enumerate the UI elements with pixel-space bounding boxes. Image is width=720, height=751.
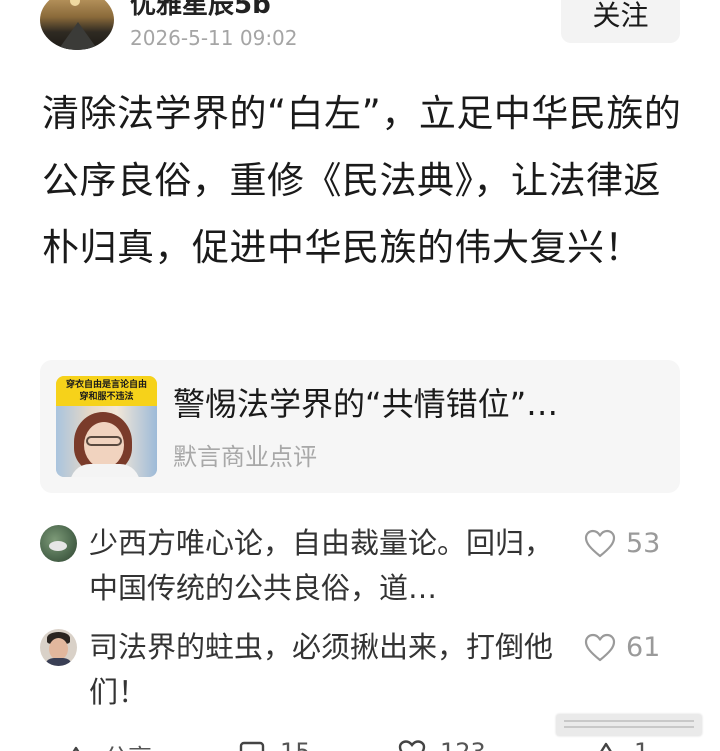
follow-button[interactable]: 关注 — [561, 0, 680, 43]
author-avatar[interactable] — [40, 0, 114, 50]
comment-count: 15 — [280, 738, 311, 751]
share-button[interactable]: 分享 — [62, 738, 152, 751]
like-icon — [398, 740, 426, 751]
post-content: 清除法学界的“白左”，立足中华民族的公序良俗，重修《民法典》，让法律返朴归真，促… — [42, 92, 682, 269]
thumbnail-caption-line-1: 穿衣自由是言论自由 — [65, 380, 147, 390]
comment-like-button[interactable]: 61 — [584, 631, 660, 665]
share-icon — [72, 746, 80, 751]
avatar-road — [58, 22, 98, 50]
reward-button[interactable]: 1 — [592, 738, 649, 751]
like-count: 123 — [440, 738, 486, 751]
watermark — [556, 714, 702, 736]
commenter-avatar[interactable] — [40, 525, 77, 562]
comment-like-button[interactable]: 53 — [584, 527, 660, 561]
comment-like-count: 61 — [626, 632, 661, 663]
share-label: 分享 — [104, 738, 152, 751]
reward-icon — [600, 742, 612, 751]
comment-like-count: 53 — [626, 528, 661, 559]
avatar-sun — [70, 0, 80, 6]
comment-button[interactable]: 15 — [238, 738, 311, 751]
comment-text: 少西方唯心论，自由裁量论。回归，中国传统的公共良俗，道… — [89, 526, 554, 605]
thumbnail-caption-line-2: 穿和服不违法 — [79, 392, 134, 402]
heart-icon — [584, 633, 616, 662]
article-source: 默言商业点评 — [173, 443, 317, 471]
article-title[interactable]: 警惕法学界的“共情错位”… — [173, 384, 663, 424]
bottom-action-bar: 分享 15 123 1 — [0, 736, 720, 751]
heart-icon — [584, 529, 616, 558]
post-timestamp: 2026-5-11 09:02 — [130, 26, 298, 50]
like-button[interactable]: 123 — [398, 738, 486, 751]
comment-icon — [239, 741, 265, 751]
author-name[interactable]: 优雅星辰5b — [130, 0, 271, 21]
comment-text: 司法界的蛀虫，必须揪出来，打倒他们！ — [89, 630, 554, 709]
article-thumbnail: 穿衣自由是言论自由 穿和服不违法 — [56, 376, 157, 477]
reward-count: 1 — [634, 738, 649, 751]
linked-article-card[interactable]: 穿衣自由是言论自由 穿和服不违法 警惕法学界的“共情错位”… 默言商业点评 — [40, 360, 680, 493]
commenter-avatar[interactable] — [40, 629, 77, 666]
